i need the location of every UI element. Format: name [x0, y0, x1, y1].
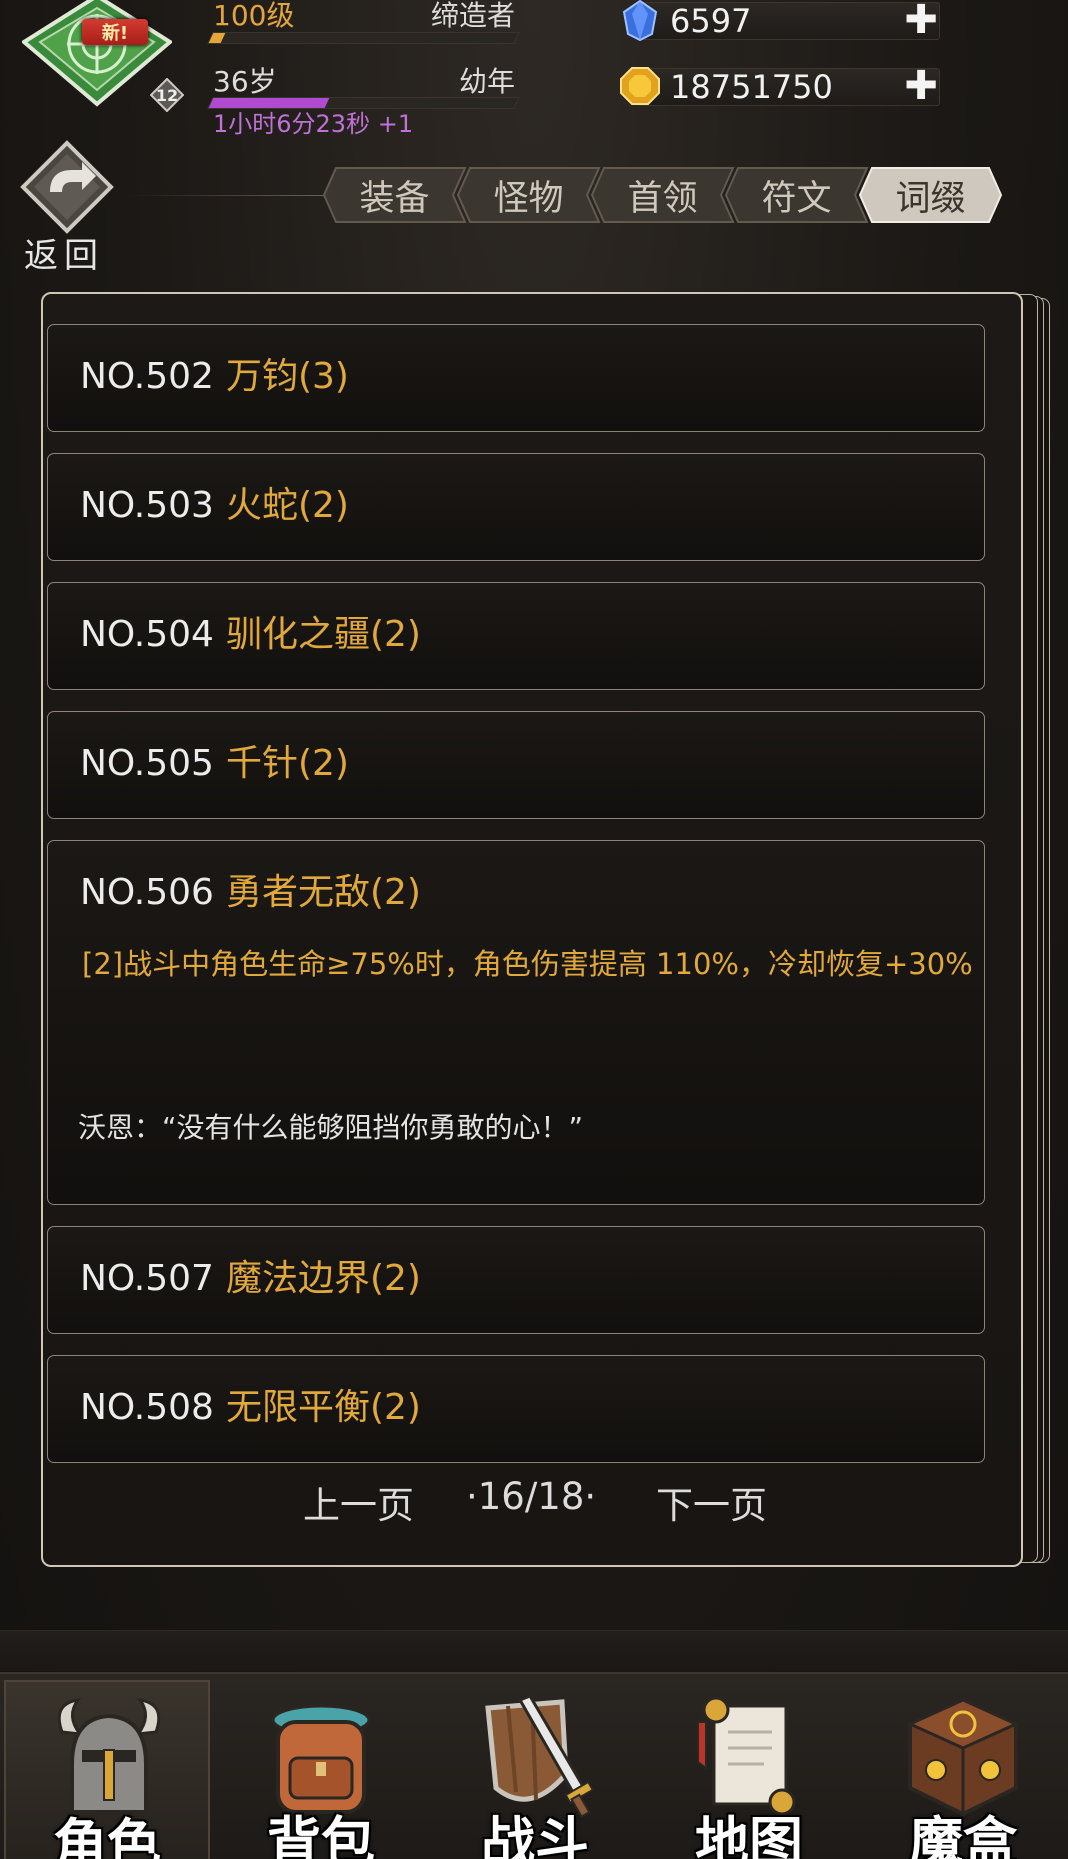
gold-gem-icon: [620, 67, 660, 105]
diamond-currency: 6597 ✚: [618, 0, 953, 42]
entry-name: 千针(2): [225, 743, 349, 784]
entry-number: NO.503: [80, 485, 214, 526]
entry-name: 驯化之疆(2): [225, 614, 421, 655]
entry-number: NO.508: [80, 1387, 214, 1428]
level-row: 100级 缔造者: [213, 0, 515, 34]
entry-name: 勇者无敌(2): [225, 872, 421, 913]
entry-title: NO.504 驯化之疆(2): [80, 611, 421, 659]
entry-quote: 沃恩：“没有什么能够阻挡你勇敢的心！”: [78, 1111, 584, 1144]
entry-title: NO.505 千针(2): [80, 740, 349, 788]
tab-label: 符文: [761, 178, 832, 219]
affix-entry[interactable]: NO.508 无限平衡(2): [47, 1355, 985, 1463]
affix-entry[interactable]: NO.507 魔法边界(2): [47, 1226, 985, 1334]
entry-name: 无限平衡(2): [225, 1387, 421, 1428]
level-progress-fill: [208, 33, 226, 43]
player-avatar[interactable]: 新! 12: [20, 0, 185, 114]
entry-title: NO.507 魔法边界(2): [80, 1255, 421, 1303]
affix-entry[interactable]: NO.505 千针(2): [47, 711, 985, 819]
nav-label: 地图: [695, 1811, 803, 1859]
add-diamond-button[interactable]: ✚: [903, 0, 939, 40]
tab-affixes[interactable]: 词缀: [858, 166, 1003, 224]
nav-separator: [0, 1630, 1068, 1671]
age-text: 36岁: [213, 65, 277, 98]
entry-name: 魔法边界(2): [225, 1258, 421, 1299]
back-button[interactable]: 返回: [12, 140, 122, 276]
tab-label: 首领: [627, 178, 698, 219]
tab-divider-line: [128, 195, 328, 196]
entry-number: NO.504: [80, 614, 214, 655]
nav-magic-box[interactable]: 魔盒: [860, 1680, 1066, 1859]
prev-page-button[interactable]: 上一页: [303, 1475, 414, 1529]
entry-name: 火蛇(2): [225, 485, 349, 526]
page-indicator: ·16/18·: [466, 1475, 597, 1518]
entry-name: 万钧(3): [225, 356, 349, 397]
gold-amount: 18751750: [670, 68, 833, 106]
tab-runes[interactable]: 符文: [724, 166, 869, 224]
back-label: 返回: [24, 236, 104, 276]
tab-monsters[interactable]: 怪物: [456, 166, 601, 224]
bottom-nav: 角色 背包 战斗 地图 魔盒: [0, 1672, 1068, 1859]
gold-currency: 18751750 ✚: [618, 66, 953, 108]
nav-map[interactable]: 地图: [646, 1680, 852, 1859]
entry-number: NO.505: [80, 743, 214, 784]
entry-number: NO.506: [80, 872, 214, 913]
age-timer: 1小时6分23秒 +1: [213, 110, 414, 138]
nav-character[interactable]: 角色: [4, 1680, 210, 1859]
affix-entry[interactable]: NO.503 火蛇(2): [47, 453, 985, 561]
affix-entry[interactable]: NO.502 万钧(3): [47, 324, 985, 432]
blue-diamond-icon: [622, 0, 658, 42]
pagination: 上一页 ·16/18· 下一页: [41, 1475, 1019, 1527]
tab-equipment[interactable]: 装备: [322, 166, 467, 224]
diamond-amount: 6597: [670, 2, 752, 40]
tab-label: 装备: [359, 178, 430, 219]
entry-title: NO.506 勇者无敌(2): [80, 869, 421, 917]
add-gold-button[interactable]: ✚: [903, 66, 939, 106]
tab-label: 词缀: [895, 178, 966, 219]
tab-bosses[interactable]: 首领: [590, 166, 735, 224]
nav-label: 背包: [267, 1811, 375, 1859]
tab-label: 怪物: [493, 178, 564, 219]
return-arrow-icon: [20, 140, 114, 234]
affix-entry[interactable]: NO.504 驯化之疆(2): [47, 582, 985, 690]
new-badge: 新!: [82, 19, 148, 45]
nav-label: 角色: [53, 1813, 161, 1859]
affix-entry-expanded[interactable]: NO.506 勇者无敌(2) [2]战斗中角色生命≥75%时，角色伤害提高 110…: [47, 840, 985, 1205]
age-row: 36岁 幼年: [213, 60, 515, 100]
nav-battle[interactable]: 战斗: [432, 1680, 638, 1859]
avatar-level-text: 12: [155, 85, 179, 105]
nav-backpack[interactable]: 背包: [218, 1680, 424, 1859]
entry-title: NO.502 万钧(3): [80, 353, 349, 401]
avatar-level-badge: 12: [149, 77, 185, 113]
nav-label: 魔盒: [909, 1811, 1017, 1859]
entry-title: NO.503 火蛇(2): [80, 482, 349, 530]
entry-title: NO.508 无限平衡(2): [80, 1384, 421, 1432]
next-page-button[interactable]: 下一页: [656, 1475, 767, 1529]
entry-number: NO.502: [80, 356, 214, 397]
level-progress-bar: [207, 32, 520, 44]
age-stage: 幼年: [458, 65, 515, 98]
level-text: 100级: [213, 0, 295, 32]
entry-number: NO.507: [80, 1258, 214, 1299]
entry-description: [2]战斗中角色生命≥75%时，角色伤害提高 110%，冷却恢复+30%: [82, 947, 973, 981]
nav-label: 战斗: [481, 1811, 589, 1859]
player-title: 缔造者: [430, 0, 515, 32]
